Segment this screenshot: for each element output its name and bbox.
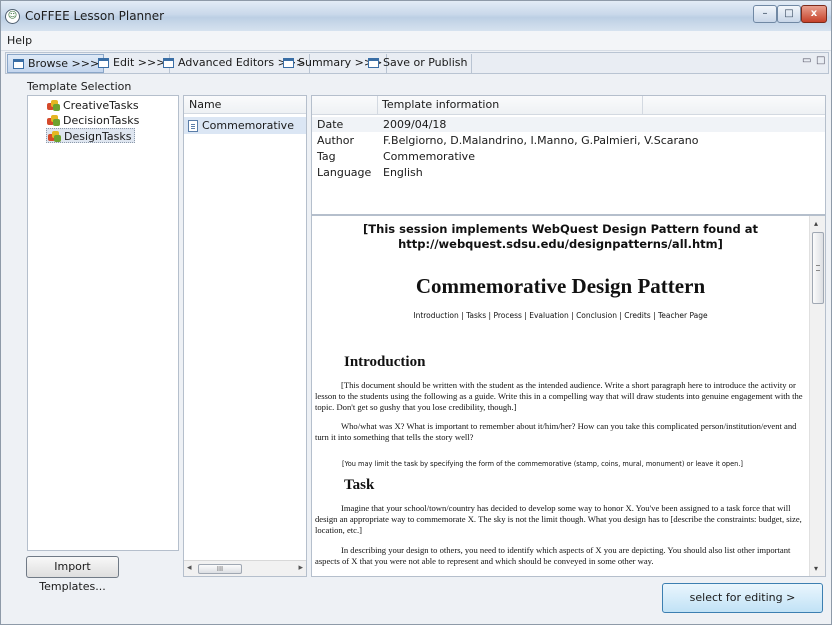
tree-item-creativetasks[interactable]: CreativeTasks [46,98,142,113]
template-name-list: Name Commemorative ◂ III ▸ [183,95,307,577]
info-key-language: Language [317,166,372,179]
view-maximize-icon[interactable]: □ [816,55,825,66]
puzzle-icon [47,100,60,111]
info-key-author: Author [317,134,355,147]
window-icon [98,58,109,68]
minimize-button[interactable]: – [753,5,777,23]
horizontal-scrollbar[interactable]: ◂ III ▸ [184,560,306,576]
info-value-author: F.Belgiorno, D.Malandrino, I.Manno, G.Pa… [383,134,699,147]
grip-icon [816,265,820,271]
tree-item-label: DecisionTasks [63,114,140,127]
template-info-table: Template information Date 2009/04/18 Aut… [311,95,826,215]
banner-line-1: [This session implements WebQuest Design… [363,222,758,236]
pattern-banner: [This session implements WebQuest Design… [312,222,809,252]
tab-browse[interactable]: Browse >>> [7,54,105,73]
window-title: CoFFEE Lesson Planner [25,9,165,23]
close-button[interactable]: x [801,5,827,23]
maximize-button[interactable]: □ [777,5,801,23]
info-spare-header [643,96,825,115]
document-nav-links[interactable]: Introduction | Tasks | Process | Evaluat… [312,311,809,320]
scroll-up-icon[interactable]: ▴ [814,219,818,228]
puzzle-icon [48,131,61,142]
select-for-editing-button[interactable]: select for editing > [662,583,823,613]
task-paragraph-2: In describing your design to others, you… [315,545,791,566]
introduction-heading: Introduction [344,354,426,370]
tree-item-label: DesignTasks [64,130,132,143]
window-icon [368,58,379,68]
tab-save-or-publish[interactable]: Save or Publish [363,54,473,73]
coffee-logo-icon: ☺ [5,9,20,24]
info-value-tag: Commemorative [383,150,475,163]
info-key-date: Date [317,118,344,131]
info-value-language: English [383,166,423,179]
task-paragraph-1: Imagine that your school/town/country ha… [315,503,802,535]
template-info-header: Template information [378,96,643,115]
menu-bar: Help [1,31,831,51]
template-selection-label: Template Selection [27,80,132,93]
tab-label: Save or Publish [383,56,468,69]
window-icon [283,58,294,68]
step-tab-bar: Browse >>> Edit >>> Advanced Editors >>>… [5,52,829,74]
intro-paragraph-1: [This document should be written with th… [315,380,803,412]
scroll-down-icon[interactable]: ▾ [814,564,818,573]
intro-paragraph-2: Who/what was X? What is important to rem… [315,421,797,442]
document-icon [188,120,198,132]
import-templates-button[interactable]: Import Templates... [26,556,119,593]
info-key-tag: Tag [317,150,336,163]
tab-label: Browse >>> [28,57,100,70]
template-preview-browser[interactable]: [This session implements WebQuest Design… [311,215,826,577]
document-title: Commemorative Design Pattern [415,274,706,298]
window-icon [13,59,24,69]
template-category-tree: CreativeTasks DecisionTasks DesignTasks [27,95,179,551]
title-bar: ☺ CoFFEE Lesson Planner – □ x [1,1,831,31]
scroll-left-icon[interactable]: ◂ [187,563,192,573]
tree-item-label: CreativeTasks [63,99,139,112]
list-item-label: Commemorative [202,119,294,132]
app-window: ☺ CoFFEE Lesson Planner – □ x Help Brows… [0,0,832,625]
scroll-thumb[interactable] [812,232,824,304]
banner-line-2: http://webquest.sdsu.edu/designpatterns/… [398,237,723,251]
info-blank-header [312,96,378,115]
name-column-header[interactable]: Name [184,96,306,114]
tree-item-decisiontasks[interactable]: DecisionTasks [46,113,142,128]
vertical-scrollbar[interactable]: ▴ ▾ [809,216,825,576]
view-minimize-icon[interactable]: ▭ [802,55,811,66]
info-value-date: 2009/04/18 [383,118,447,131]
scroll-thumb[interactable]: III [198,564,242,574]
preview-document: [This session implements WebQuest Design… [312,216,809,576]
menu-help[interactable]: Help [7,34,32,47]
window-icon [163,58,174,68]
intro-note: [You may limit the task by specifying th… [342,460,744,468]
scroll-right-icon[interactable]: ▸ [298,563,303,573]
list-item-commemorative[interactable]: Commemorative [184,117,306,134]
puzzle-icon [47,115,60,126]
tree-item-designtasks[interactable]: DesignTasks [46,128,136,143]
task-heading: Task [344,477,375,493]
